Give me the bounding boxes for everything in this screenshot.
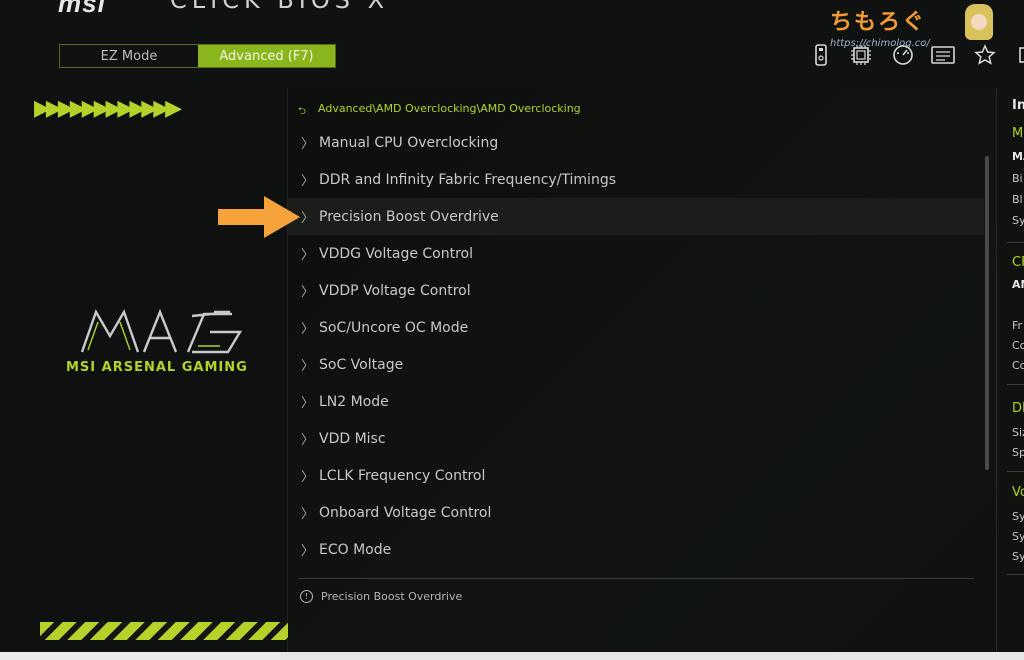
bios-title: CLICK BIOS X [170, 0, 390, 14]
chevron-right-icon: 〉 [301, 211, 315, 226]
bottom-edge [0, 652, 1024, 660]
top-header: msi CLICK BIOS X EZ Mode Advanced (F7) ち… [0, 0, 1024, 88]
highlight-arrow-icon [218, 196, 300, 238]
info-line: Bl [1012, 193, 1023, 206]
menu-item-vdd-misc[interactable]: 〉 VDD Misc [288, 420, 984, 457]
menu-list: 〉 Manual CPU Overclocking 〉 DDR and Infi… [288, 124, 984, 568]
chevron-right-icon: 〉 [301, 507, 315, 522]
usb-drive-icon[interactable] [808, 42, 834, 68]
chevron-right-icon: 〉 [301, 174, 315, 189]
chevron-right-icon: 〉 [301, 470, 315, 485]
menu-item-soc-uncore-oc-mode[interactable]: 〉 SoC/Uncore OC Mode [288, 309, 984, 346]
info-line: AM [1012, 278, 1024, 291]
favorites-star-icon[interactable] [972, 42, 998, 68]
chevron-right-icon: 〉 [301, 359, 315, 374]
menu-item-label: VDD Misc [319, 430, 386, 447]
menu-item-onboard-voltage-control[interactable]: 〉 Onboard Voltage Control [288, 494, 984, 531]
info-line: MA [1012, 150, 1024, 163]
hardware-monitor-icon[interactable] [930, 42, 956, 68]
info-line: Co [1012, 359, 1024, 372]
chevron-decoration: ▶▶▶▶▶▶▶▶▶▶▶▶ [34, 96, 182, 121]
breadcrumb-path: Advanced\AMD Overclocking\AMD Overclocki… [318, 102, 581, 115]
info-line: Siz [1012, 426, 1024, 439]
msi-logo: msi [58, 0, 106, 18]
hazard-stripe [40, 622, 288, 640]
chevron-right-icon: 〉 [301, 322, 315, 337]
toolbar [808, 42, 1024, 72]
chevron-right-icon: 〉 [301, 137, 315, 152]
info-divider [1007, 384, 1024, 385]
info-divider [1007, 471, 1024, 472]
chevron-right-icon: 〉 [301, 285, 315, 300]
divider [298, 578, 974, 579]
info-divider [1007, 574, 1024, 575]
info-line: Sys [1012, 550, 1024, 563]
menu-item-ddr-infinity-fabric[interactable]: 〉 DDR and Infinity Fabric Frequency/Timi… [288, 161, 984, 198]
info-line: Sy [1012, 214, 1024, 227]
menu-item-label: SoC Voltage [319, 356, 404, 373]
info-icon: ! [300, 590, 313, 603]
ez-mode-button[interactable]: EZ Mode [60, 45, 198, 67]
help-text-row: ! Precision Boost Overdrive [300, 590, 462, 603]
main-panel: ⮌ Advanced\AMD Overclocking\AMD Overcloc… [288, 88, 996, 660]
info-line: Sys [1012, 510, 1024, 523]
watermark-title: ちもろぐ [830, 10, 927, 35]
chevron-right-icon: 〉 [301, 433, 315, 448]
search-icon[interactable] [1012, 42, 1024, 68]
menu-item-label: LN2 Mode [319, 393, 389, 410]
mode-switch: EZ Mode Advanced (F7) [59, 44, 336, 68]
info-line: Bi [1012, 172, 1023, 185]
menu-item-label: VDDG Voltage Control [319, 245, 474, 262]
menu-item-vddg-voltage-control[interactable]: 〉 VDDG Voltage Control [288, 235, 984, 272]
menu-item-vddp-voltage-control[interactable]: 〉 VDDP Voltage Control [288, 272, 984, 309]
speedometer-icon[interactable] [890, 42, 916, 68]
menu-item-lclk-frequency-control[interactable]: 〉 LCLK Frequency Control [288, 457, 984, 494]
chevron-right-icon: 〉 [301, 248, 315, 263]
menu-item-ln2-mode[interactable]: 〉 LN2 Mode [288, 383, 984, 420]
info-line: Co [1012, 339, 1024, 352]
scrollbar[interactable] [985, 156, 989, 470]
info-divider [1007, 242, 1024, 243]
menu-item-precision-boost-overdrive[interactable]: 〉 Precision Boost Overdrive [288, 198, 984, 235]
left-panel: ▶▶▶▶▶▶▶▶▶▶▶▶ MSI ARSENAL GAMING [0, 88, 288, 660]
menu-item-label: SoC/Uncore OC Mode [319, 319, 469, 336]
menu-item-label: VDDP Voltage Control [319, 282, 471, 299]
logo-text: MSI ARSENAL GAMING [66, 360, 248, 375]
menu-item-label: Manual CPU Overclocking [319, 134, 499, 151]
info-section-head: Vo [1012, 485, 1024, 500]
breadcrumb[interactable]: ⮌ Advanced\AMD Overclocking\AMD Overcloc… [298, 102, 581, 117]
menu-item-label: ECO Mode [319, 541, 392, 558]
menu-item-eco-mode[interactable]: 〉 ECO Mode [288, 531, 984, 568]
chevron-right-icon: 〉 [301, 544, 315, 559]
info-section-head: DF [1012, 401, 1024, 416]
back-arrow-icon[interactable]: ⮌ [298, 104, 312, 117]
info-heading: In [1012, 98, 1024, 113]
advanced-mode-button[interactable]: Advanced (F7) [198, 45, 335, 67]
menu-item-soc-voltage[interactable]: 〉 SoC Voltage [288, 346, 984, 383]
info-section-head: M [1012, 126, 1024, 141]
system-info-panel: In M MA Bi Bl Sy CF AM Fr Co Co DF Siz S… [996, 88, 1024, 660]
menu-item-label: Onboard Voltage Control [319, 504, 492, 521]
watermark-mascot [965, 4, 993, 40]
mag-logo-icon [80, 308, 243, 354]
chevron-right-icon: 〉 [301, 396, 315, 411]
menu-item-label: Precision Boost Overdrive [319, 208, 499, 225]
menu-item-label: DDR and Infinity Fabric Frequency/Timing… [319, 171, 616, 188]
cpu-icon[interactable] [848, 42, 874, 68]
menu-item-manual-cpu-overclocking[interactable]: 〉 Manual CPU Overclocking [288, 124, 984, 161]
info-line: Fr [1012, 319, 1023, 332]
info-line: Sys [1012, 530, 1024, 543]
help-text: Precision Boost Overdrive [321, 590, 463, 603]
info-line: Sp [1012, 446, 1024, 459]
menu-item-label: LCLK Frequency Control [319, 467, 486, 484]
info-section-head: CF [1012, 255, 1024, 270]
